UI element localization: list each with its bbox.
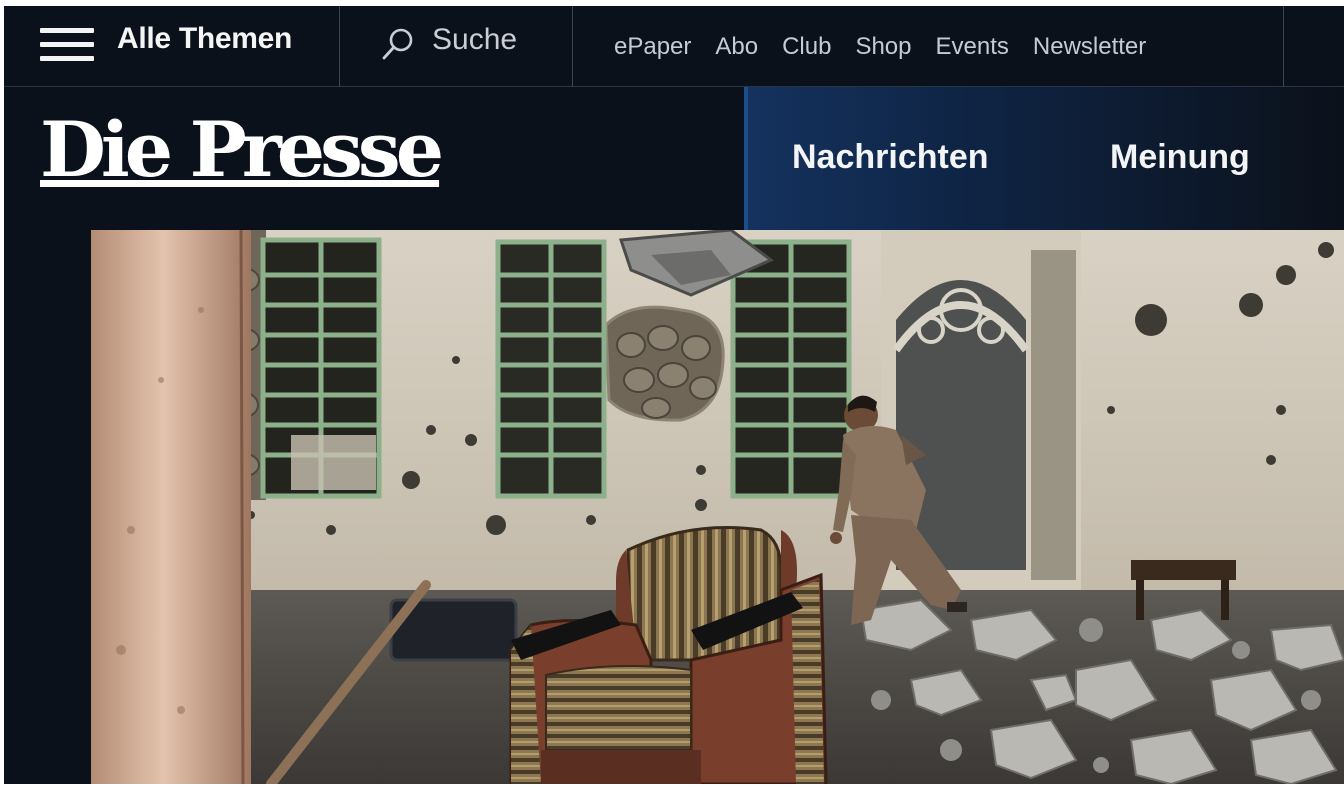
search-label[interactable]: Suche: [432, 23, 517, 57]
nav-item-opinion[interactable]: Meinung: [1110, 138, 1250, 177]
hamburger-menu-icon[interactable]: [40, 28, 94, 62]
nav-link-abo[interactable]: Abo: [715, 33, 758, 61]
search-button[interactable]: Suche: [340, 6, 573, 87]
nav-link-club[interactable]: Club: [782, 33, 831, 61]
utility-nav: ePaper Abo Club Shop Events Newsletter: [574, 6, 1284, 87]
site-logo[interactable]: Die Presse: [40, 105, 444, 194]
nav-item-news[interactable]: Nachrichten: [792, 138, 989, 177]
nav-link-events[interactable]: Events: [936, 33, 1009, 61]
nav-link-epaper[interactable]: ePaper: [614, 33, 691, 61]
brand-bar: Die Presse Nachrichten Meinung: [4, 87, 1344, 230]
nav-link-shop[interactable]: Shop: [855, 33, 911, 61]
all-topics-menu-button[interactable]: Alle Themen: [4, 6, 340, 87]
all-topics-label[interactable]: Alle Themen: [117, 22, 292, 56]
search-icon[interactable]: [380, 26, 416, 62]
page-frame: Alle Themen Suche ePaper Abo Club Shop E…: [4, 6, 1344, 784]
nav-link-newsletter[interactable]: Newsletter: [1033, 33, 1146, 61]
utility-bar: Alle Themen Suche ePaper Abo Club Shop E…: [4, 6, 1344, 87]
main-nav: Nachrichten Meinung: [744, 87, 1344, 230]
hero-image[interactable]: [91, 230, 1344, 784]
